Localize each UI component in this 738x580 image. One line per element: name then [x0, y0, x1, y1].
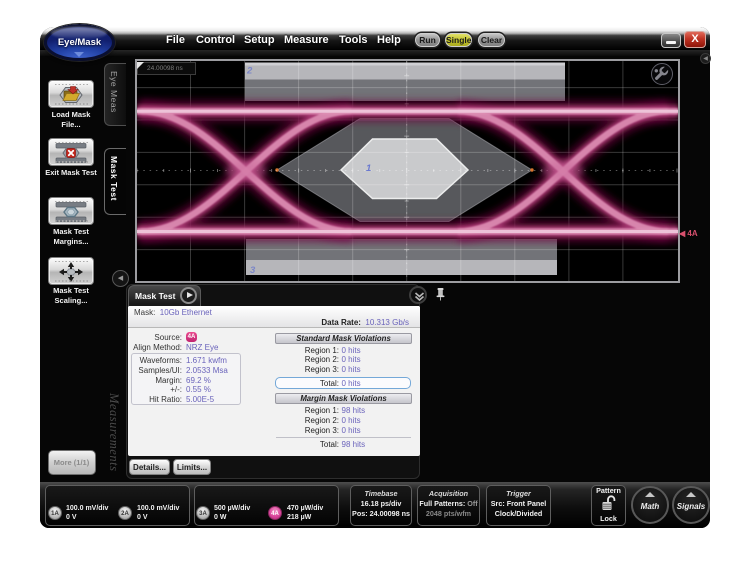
svg-text:3: 3	[250, 265, 256, 276]
svg-text:2: 2	[246, 66, 253, 77]
svg-text:1: 1	[366, 163, 371, 174]
